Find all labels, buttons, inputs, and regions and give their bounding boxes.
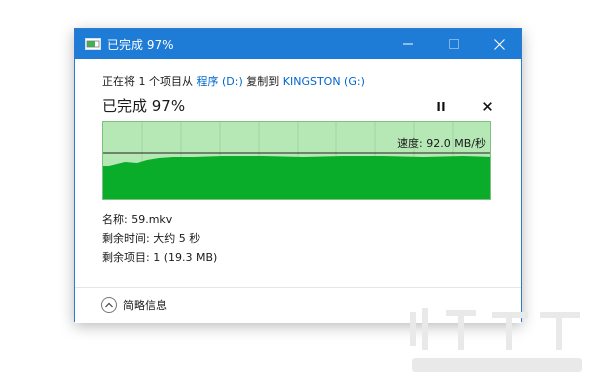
less-info-button[interactable]: 简略信息 xyxy=(101,296,167,314)
maximize-button[interactable] xyxy=(431,29,477,59)
window-close-button[interactable] xyxy=(476,29,522,59)
window-title: 已完成 97% xyxy=(107,38,174,52)
speed-label: 速度: 92.0 MB/秒 xyxy=(397,137,486,150)
titlebar[interactable]: 已完成 97% xyxy=(75,29,521,59)
speed-area xyxy=(103,156,490,199)
speed-graph-svg xyxy=(103,122,490,199)
copy-middle: 复制到 xyxy=(242,75,283,88)
source-link[interactable]: 程序 (D:) xyxy=(197,75,243,88)
copy-description: 正在将 1 个项目从 程序 (D:) 复制到 KINGSTON (G:) xyxy=(102,73,365,89)
transfer-speed-graph: 速度: 92.0 MB/秒 xyxy=(102,121,491,200)
pause-button[interactable] xyxy=(432,97,450,115)
items-remaining: 剩余项目: 1 (19.3 MB) xyxy=(102,251,218,264)
pause-icon xyxy=(437,101,445,111)
less-info-label: 简略信息 xyxy=(123,299,167,312)
file-copy-window-icon xyxy=(85,38,101,50)
destination-link[interactable]: KINGSTON (G:) xyxy=(283,75,365,88)
watermark-logo xyxy=(410,308,582,372)
progress-status: 已完成 97% xyxy=(102,97,186,115)
copy-progress-dialog: 已完成 97% 正在将 1 个项目从 程序 (D:) 复制到 KINGSTON … xyxy=(74,28,522,323)
close-icon xyxy=(482,101,492,111)
chevron-up-icon xyxy=(101,297,117,313)
copy-prefix: 正在将 1 个项目从 xyxy=(102,75,197,88)
dialog-content: 正在将 1 个项目从 程序 (D:) 复制到 KINGSTON (G:) 已完成… xyxy=(75,59,521,287)
minimize-button[interactable] xyxy=(385,29,431,59)
file-name: 名称: 59.mkv xyxy=(102,213,173,226)
close-icon xyxy=(493,38,505,50)
cancel-operation-button[interactable] xyxy=(478,97,496,115)
minimize-icon xyxy=(403,43,413,45)
maximize-icon xyxy=(449,39,459,49)
time-remaining: 剩余时间: 大约 5 秒 xyxy=(102,232,201,245)
